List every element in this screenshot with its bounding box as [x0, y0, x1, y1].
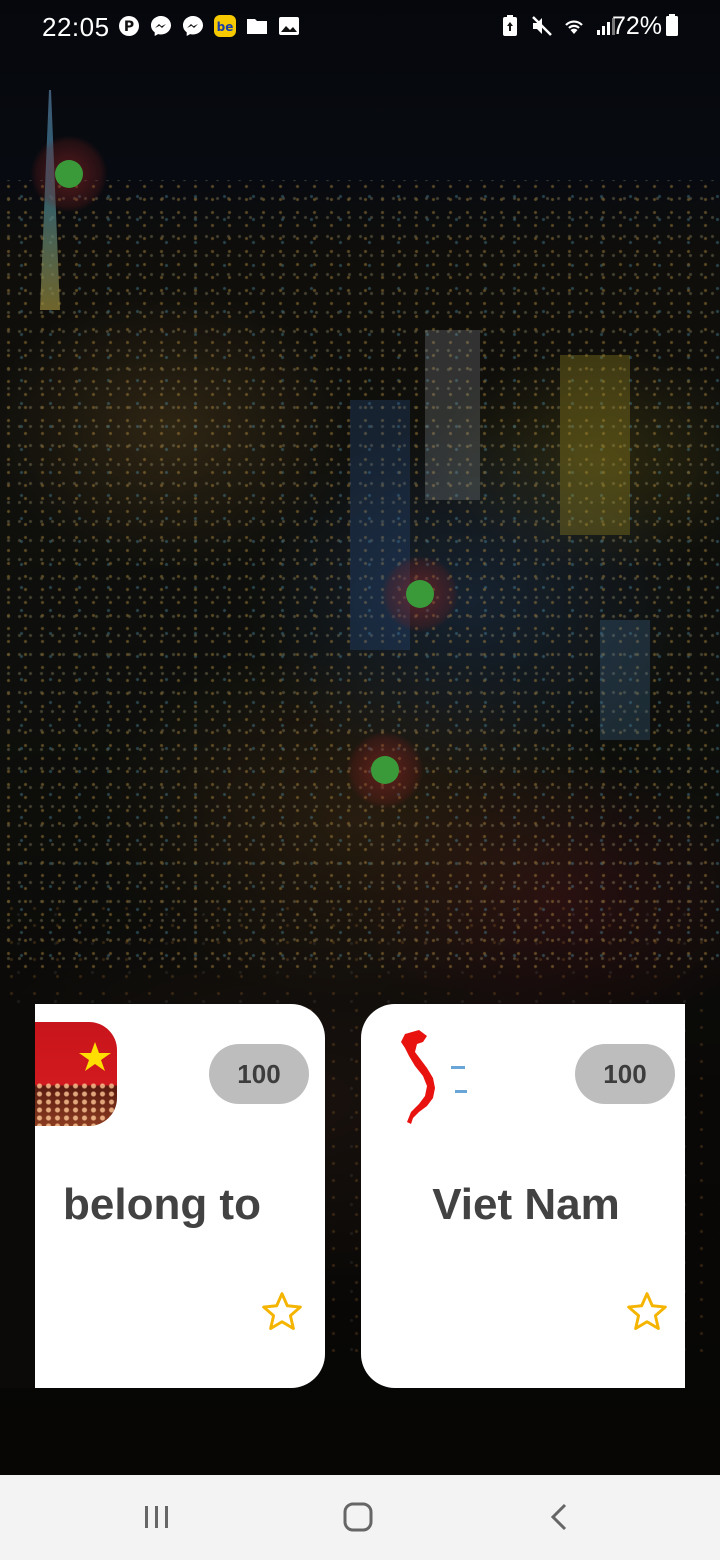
star-icon[interactable]	[625, 1290, 669, 1334]
system-icons	[498, 14, 618, 38]
status-time: 22:05	[42, 12, 110, 42]
be-app-icon: be	[214, 15, 236, 37]
card-word: belong to	[63, 1180, 261, 1229]
wifi-icon	[565, 20, 583, 34]
messenger-icon	[183, 16, 203, 36]
recents-button[interactable]	[135, 1495, 179, 1539]
gallery-icon	[279, 17, 299, 35]
vietnam-map-image	[401, 1030, 467, 1124]
word-card[interactable]: 100 belong to	[0, 1004, 325, 1388]
back-button[interactable]	[538, 1495, 582, 1539]
home-icon	[343, 1502, 373, 1532]
svg-text:be: be	[217, 20, 234, 34]
notification-icons: P be	[117, 14, 301, 38]
score-badge: 100	[209, 1044, 309, 1104]
battery-icon	[666, 14, 678, 36]
star-icon[interactable]	[260, 1290, 304, 1334]
navigation-bar	[0, 1475, 720, 1560]
folder-icon	[247, 19, 267, 34]
back-icon	[550, 1503, 567, 1531]
pinterest-icon: P	[119, 16, 139, 36]
messenger-icon	[151, 16, 171, 36]
svg-text:P: P	[124, 19, 134, 35]
status-bar: 22:05 P be 72%	[0, 0, 720, 56]
battery-saver-icon	[503, 15, 517, 36]
score-badge: 100	[575, 1044, 675, 1104]
word-card[interactable]: 100 Viet Nam	[361, 1004, 685, 1388]
recents-icon	[145, 1506, 168, 1528]
vietnam-flag-crowd-image	[35, 1022, 117, 1126]
home-button[interactable]	[336, 1495, 380, 1539]
mute-icon	[532, 16, 552, 36]
battery-percent: 72%	[611, 12, 662, 40]
card-word: Viet Nam	[432, 1180, 620, 1229]
